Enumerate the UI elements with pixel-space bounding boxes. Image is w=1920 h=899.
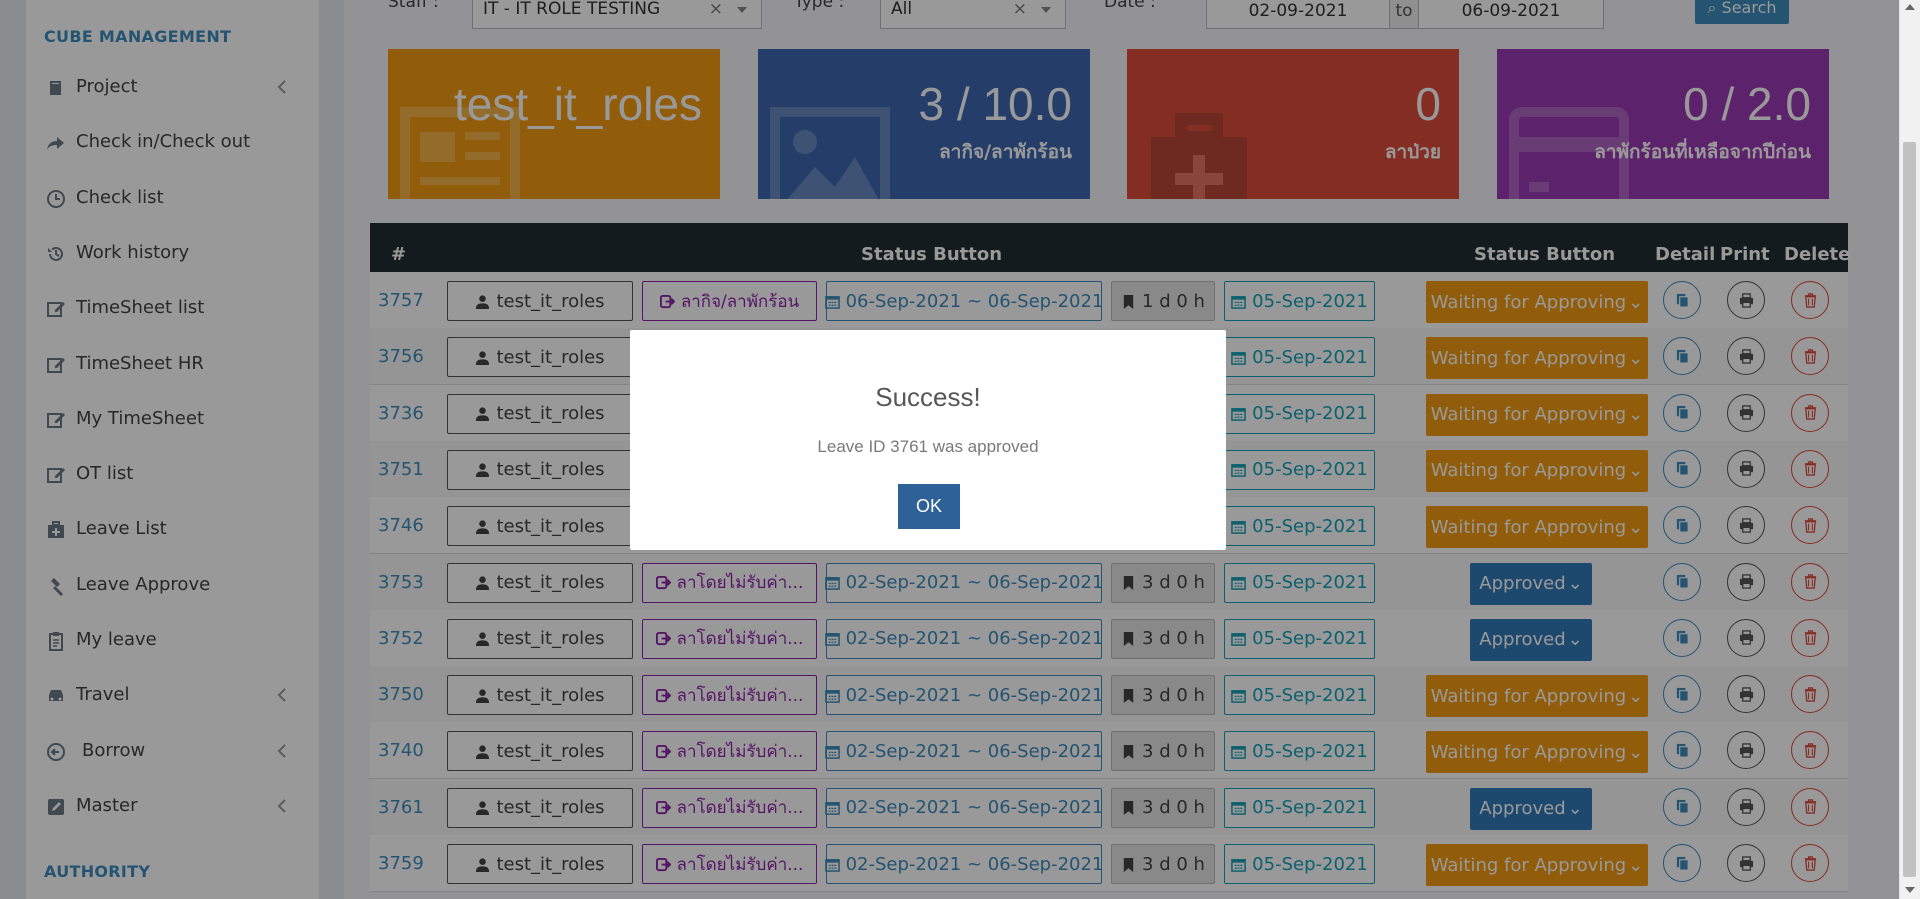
page-scrollbar[interactable]	[1899, 0, 1920, 899]
ok-button[interactable]: OK	[898, 484, 960, 529]
scroll-down-icon[interactable]	[1905, 887, 1915, 893]
scroll-up-icon[interactable]	[1905, 4, 1915, 10]
scroll-thumb[interactable]	[1903, 142, 1916, 877]
dialog-message: Leave ID 3761 was approved	[817, 437, 1039, 456]
success-dialog: Success! Leave ID 3761 was approved OK	[630, 330, 1226, 550]
dialog-title: Success!	[875, 382, 981, 412]
